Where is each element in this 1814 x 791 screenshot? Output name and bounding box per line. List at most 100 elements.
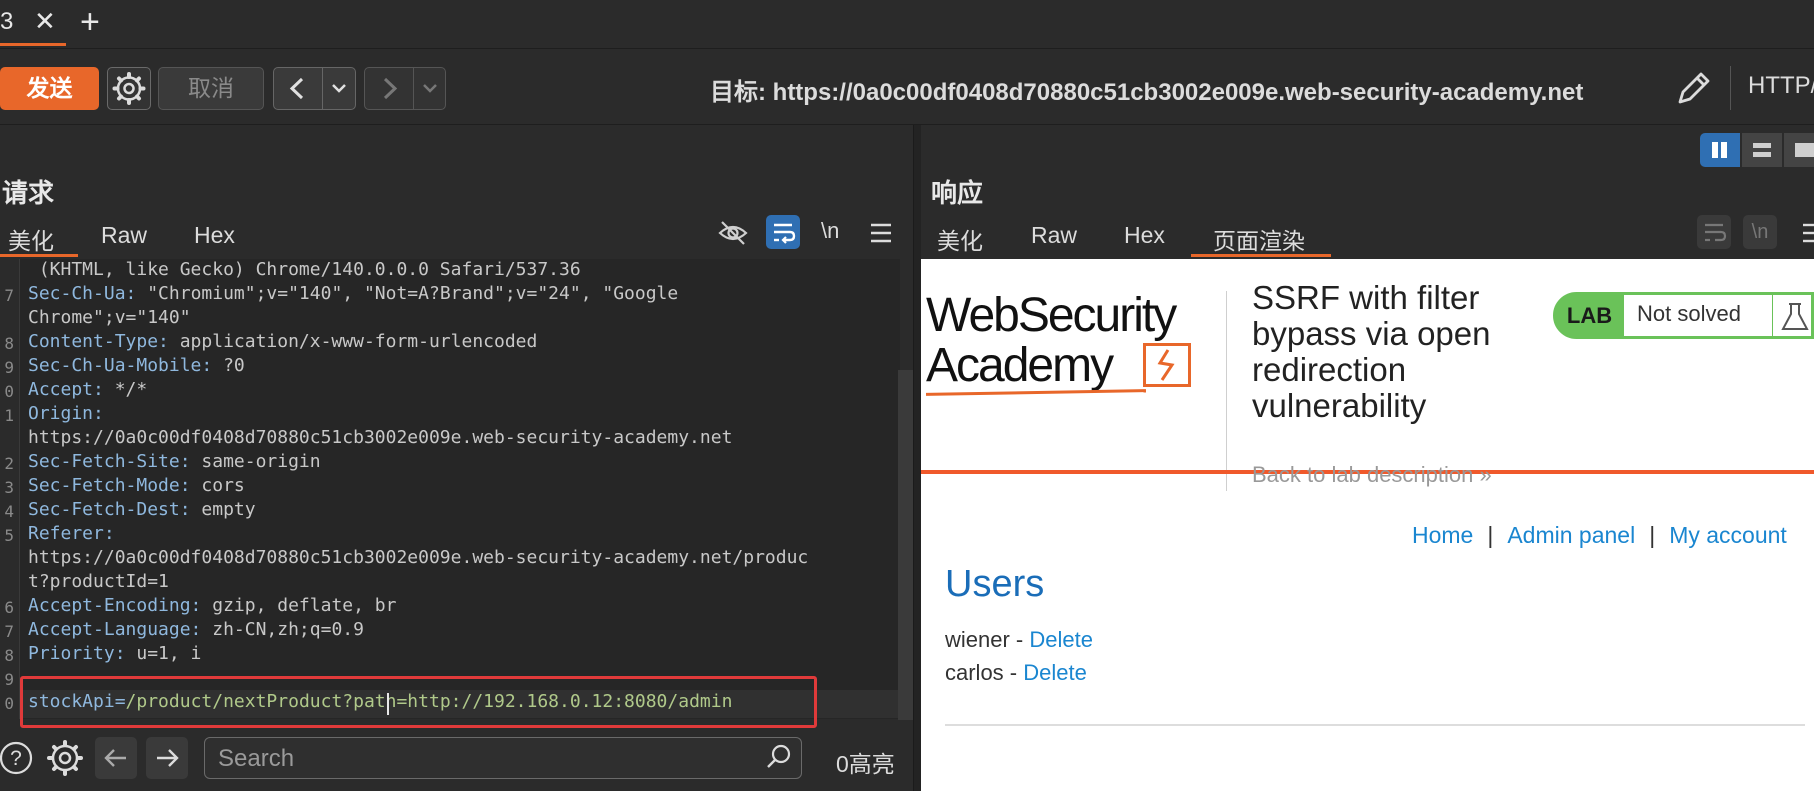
edit-target-button[interactable] <box>1670 64 1718 112</box>
history-forward-dropdown[interactable] <box>413 67 446 110</box>
line-number: 5 <box>4 526 14 545</box>
user-row: carlos - Delete <box>945 660 1087 685</box>
code-line: Chrome";v="140" <box>28 307 191 328</box>
header-value: u=1, i <box>136 643 202 664</box>
tab-hex[interactable]: Hex <box>1124 222 1165 249</box>
word-wrap-button[interactable] <box>766 215 800 249</box>
single-pane-icon <box>1795 143 1814 157</box>
logo-text-line2: Academy <box>926 339 1114 392</box>
header-key: Sec-Fetch-Site: <box>28 451 202 472</box>
arrow-left-icon <box>104 749 126 767</box>
delete-user-link[interactable]: Delete <box>1029 627 1093 652</box>
header-value: t?productId=1 <box>28 571 169 592</box>
eye-off-icon <box>718 221 748 245</box>
send-button[interactable]: 发送 <box>0 67 99 110</box>
close-tab-icon[interactable]: ✕ <box>34 6 56 37</box>
help-button[interactable]: ? <box>0 738 36 783</box>
svg-text:?: ? <box>10 747 22 770</box>
new-tab-icon[interactable]: + <box>80 2 100 42</box>
header-key: Priority: <box>28 643 137 664</box>
flask-icon <box>1780 300 1810 339</box>
code-line: Origin: <box>28 403 115 424</box>
header-key: Sec-Fetch-Mode: <box>28 475 202 496</box>
nav-separator: | <box>1649 522 1656 548</box>
header-value: */* <box>114 379 148 400</box>
repeater-tab-3[interactable]: 3 ✕ <box>0 0 66 46</box>
header-value: cors <box>201 475 245 496</box>
request-title: 请求 <box>2 178 55 208</box>
response-title: 响应 <box>931 178 984 208</box>
back-to-lab-link[interactable]: Back to lab description » <box>1252 462 1492 488</box>
code-line: t?productId=1 <box>28 571 169 592</box>
status-divider <box>1772 295 1773 339</box>
code-line: Sec-Ch-Ua: "Chromium";v="140", "Not=A?Br… <box>28 283 678 304</box>
search-next-button[interactable] <box>146 737 188 779</box>
header-value: same-origin <box>201 451 321 472</box>
hamburger-menu-icon <box>1803 223 1814 243</box>
active-tab-underline <box>0 254 78 257</box>
columns-icon <box>1712 142 1727 158</box>
code-line: Referer: <box>28 523 126 544</box>
header-key: Referer: <box>28 523 126 544</box>
code-line: (KHTML, like Gecko) Chrome/140.0.0.0 Saf… <box>28 259 581 280</box>
search-icon[interactable] <box>764 742 794 777</box>
layout-stacked-button[interactable] <box>1742 133 1782 167</box>
nav-home-link[interactable]: Home <box>1412 522 1473 548</box>
nav-my-account-link[interactable]: My account <box>1669 522 1787 548</box>
code-line: Sec-Fetch-Mode: cors <box>28 475 245 496</box>
tab-render[interactable]: 页面渲染 <box>1213 222 1305 256</box>
highlight-count: 0高亮 <box>836 751 895 777</box>
active-tab-underline <box>1191 254 1331 257</box>
chevron-left-icon <box>289 77 304 100</box>
tab-raw[interactable]: Raw <box>101 222 147 249</box>
protocol-label[interactable]: HTTP/ <box>1748 72 1814 100</box>
line-number: 3 <box>4 478 14 497</box>
header-value: empty <box>201 499 256 520</box>
editor-scrollbar[interactable] <box>898 370 913 720</box>
search-settings-button[interactable] <box>44 737 86 784</box>
cancel-button[interactable]: 取消 <box>158 67 264 110</box>
show-newlines-button[interactable]: \n <box>821 218 839 244</box>
header-value: ?0 <box>223 355 245 376</box>
menu-button[interactable] <box>868 220 894 251</box>
tab-pretty[interactable]: 美化 <box>8 222 54 256</box>
tab-pretty[interactable]: 美化 <box>937 222 983 256</box>
header-key: Sec-Fetch-Dest: <box>28 499 202 520</box>
logo-flash-icon <box>1143 343 1191 387</box>
history-forward-button[interactable] <box>364 67 414 110</box>
content-divider <box>945 724 1805 726</box>
delete-user-link[interactable]: Delete <box>1023 660 1087 685</box>
tab-hex[interactable]: Hex <box>194 222 235 249</box>
line-number: 4 <box>4 502 14 521</box>
word-wrap-button[interactable] <box>1697 215 1731 249</box>
settings-button[interactable] <box>107 67 151 110</box>
lab-tag: LAB <box>1555 294 1624 337</box>
search-previous-button[interactable] <box>95 737 137 779</box>
line-number: 0 <box>4 694 14 713</box>
header-divider <box>1226 291 1227 491</box>
layout-tabs-button[interactable] <box>1784 133 1814 167</box>
history-back-dropdown[interactable] <box>322 67 356 110</box>
line-number: 8 <box>4 646 14 665</box>
lab-title: SSRF with filter bypass via open redirec… <box>1252 279 1491 424</box>
user-name: wiener <box>945 627 1010 652</box>
tab-raw[interactable]: Raw <box>1031 222 1077 249</box>
line-number: 7 <box>4 286 14 305</box>
line-number: 8 <box>4 334 14 353</box>
show-newlines-button[interactable]: \n <box>1743 215 1777 249</box>
header-value: (KHTML, like Gecko) Chrome/140.0.0.0 Saf… <box>28 259 581 280</box>
header-value: gzip, deflate, br <box>212 595 397 616</box>
chevron-down-icon <box>423 84 437 93</box>
help-icon: ? <box>0 741 33 775</box>
hamburger-menu-icon <box>871 223 891 243</box>
header-value: https://0a0c00df0408d70880c51cb3002e009e… <box>28 427 733 448</box>
layout-side-by-side-button[interactable] <box>1700 133 1740 167</box>
code-line: Sec-Fetch-Dest: empty <box>28 499 256 520</box>
nav-admin-panel-link[interactable]: Admin panel <box>1507 522 1635 548</box>
menu-button[interactable] <box>1800 220 1814 251</box>
active-tab-underline <box>0 43 66 46</box>
hide-nonprintable-button[interactable] <box>716 216 750 255</box>
history-back-button[interactable] <box>273 67 323 110</box>
chevron-down-icon <box>332 84 346 93</box>
target-url: 目标: https://0a0c00df0408d70880c51cb3002e… <box>710 79 1584 106</box>
